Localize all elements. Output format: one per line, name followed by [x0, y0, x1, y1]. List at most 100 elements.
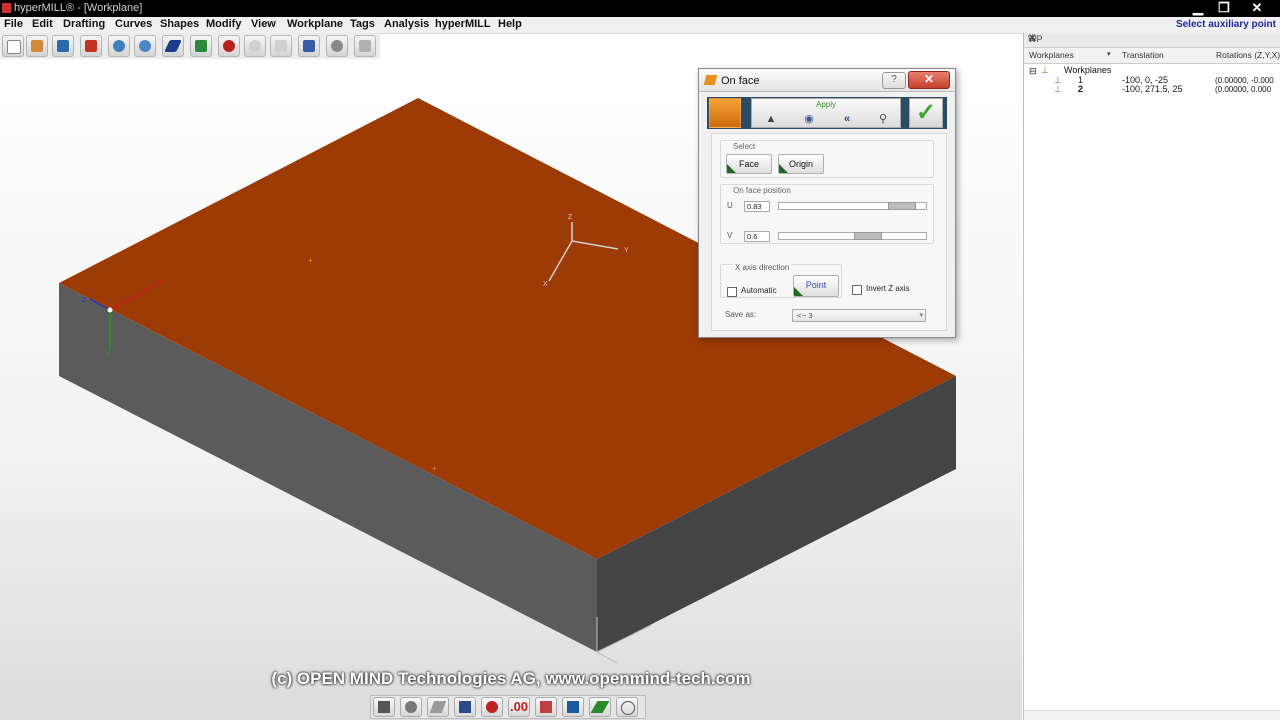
open-file-icon[interactable] — [26, 35, 48, 57]
pen-icon[interactable] — [162, 35, 184, 57]
bottom-toolbar: .00 — [370, 695, 646, 719]
paint-icon[interactable] — [562, 697, 584, 717]
redo-all-icon[interactable] — [270, 35, 292, 57]
on-face-dialog: On face ? ✕ Apply ▲ ◉ « ⚲ ✓ Select Face … — [698, 68, 956, 338]
preview-y-label: Y — [624, 247, 629, 254]
workplane-panel: WP ⊥ ✕ Workplanes ▾ Translation Rotation… — [1023, 33, 1280, 720]
model-icon[interactable] — [298, 35, 320, 57]
automatic-checkbox[interactable] — [727, 287, 737, 297]
status-prompt: Select auxiliary point — [1175, 19, 1276, 30]
select-group: Select Face Origin — [720, 140, 934, 178]
sketch-icon[interactable] — [427, 697, 449, 717]
menu-edit[interactable]: Edit — [32, 18, 53, 30]
window-title: hyperMILL® - [Workplane] — [14, 2, 143, 14]
face-button[interactable]: Face — [726, 154, 772, 174]
dropdown-arrow-icon[interactable]: ▾ — [919, 310, 923, 321]
point-marker: + — [432, 464, 437, 473]
help-button[interactable]: ? — [882, 72, 906, 89]
save-as-value: <-- 3 — [797, 311, 813, 320]
face-button-label: Face — [738, 159, 759, 169]
new-file-icon[interactable] — [2, 35, 24, 57]
menu-hypermill[interactable]: hyperMILL — [435, 18, 491, 30]
dialog-action-strip: Apply ▲ ◉ « ⚲ ✓ — [707, 97, 947, 129]
workplane-icon: ⊥ — [1054, 84, 1062, 94]
workplane-row-2-rotations: (0.00000, 0.000 — [1215, 85, 1272, 94]
v-slider[interactable] — [778, 232, 927, 240]
menu-tags[interactable]: Tags — [350, 18, 375, 30]
mesh-icon[interactable] — [616, 697, 638, 717]
globe-icon[interactable]: ◉ — [802, 113, 816, 126]
menu-help[interactable]: Help — [498, 18, 522, 30]
preview-x-label: X — [543, 281, 548, 288]
brush-icon[interactable] — [454, 697, 476, 717]
workplane-row-2-name[interactable]: 2 — [1078, 84, 1083, 94]
column-translation[interactable]: Translation — [1122, 50, 1164, 60]
origin-button-label: Origin — [788, 159, 813, 169]
redo-icon[interactable] — [244, 35, 266, 57]
u-slider-thumb[interactable] — [888, 202, 916, 210]
x-axis-direction-group: X axis direction Automatic Point — [720, 263, 842, 298]
column-sort-icon[interactable]: ▾ — [1107, 50, 1111, 58]
position-group-label: On face position — [733, 186, 791, 195]
apply-button[interactable]: Apply ▲ ◉ « ⚲ — [751, 98, 901, 128]
pyramid-icon[interactable]: ▲ — [764, 113, 778, 126]
dialog-close-button[interactable]: ✕ — [908, 71, 950, 89]
point-icon[interactable] — [481, 697, 503, 717]
minimize-button[interactable]: ▁ — [1185, 0, 1211, 17]
shade-icon[interactable] — [373, 697, 395, 717]
numbering-icon[interactable]: .00 — [508, 697, 530, 717]
preview-z-label: Z — [568, 214, 573, 221]
title-bar: hyperMILL® - [Workplane] ▁ ❐ ✕ — [0, 0, 1280, 17]
z-axis-label: Z — [82, 297, 87, 304]
dialog-body: Select Face Origin On face position U 0.… — [711, 133, 947, 331]
tool-icon[interactable] — [326, 35, 348, 57]
menu-file[interactable]: File — [4, 18, 23, 30]
v-slider-thumb[interactable] — [854, 232, 883, 240]
chevrons-left-icon[interactable]: « — [840, 113, 854, 126]
magnifier-icon[interactable]: ⚲ — [876, 113, 890, 126]
y-axis-label: Y — [106, 351, 111, 358]
info-icon[interactable] — [190, 35, 212, 57]
column-rotations[interactable]: Rotations (Z,Y,X) — [1216, 50, 1280, 60]
pencil-icon[interactable] — [589, 697, 611, 717]
save-icon[interactable] — [52, 35, 74, 57]
ok-button[interactable]: ✓ — [909, 98, 943, 128]
v-value-field[interactable]: 0.6 — [744, 231, 770, 242]
gear-icon[interactable] — [108, 35, 130, 57]
menu-analysis[interactable]: Analysis — [384, 18, 429, 30]
close-button[interactable]: ✕ — [1244, 0, 1270, 17]
menu-drafting[interactable]: Drafting — [63, 18, 105, 30]
menu-bar: File Edit Drafting Curves Shapes Modify … — [0, 17, 1280, 34]
dialog-title: On face — [721, 75, 760, 87]
numbered-gear-icon[interactable] — [134, 35, 156, 57]
menu-curves[interactable]: Curves — [115, 18, 152, 30]
v-label: V — [727, 231, 733, 240]
workplane-row-2-translation: -100, 271.5, 25 — [1122, 84, 1183, 94]
tree-root[interactable]: Workplanes — [1064, 65, 1111, 75]
invert-z-checkbox[interactable] — [852, 285, 862, 295]
on-face-icon[interactable] — [709, 98, 741, 128]
position-group: On face position U 0.83 V 0.6 — [720, 184, 934, 244]
u-slider[interactable] — [778, 202, 927, 210]
open-folder-icon[interactable] — [80, 35, 102, 57]
view-sphere-icon[interactable] — [400, 697, 422, 717]
save-as-combobox[interactable]: <-- 3 ▾ — [792, 309, 926, 322]
column-workplanes[interactable]: Workplanes — [1029, 50, 1074, 60]
menu-view[interactable]: View — [251, 18, 276, 30]
panel-horizontal-scrollbar[interactable] — [1024, 710, 1280, 720]
invert-z-label: Invert Z axis — [866, 284, 910, 293]
undo-icon[interactable] — [218, 35, 240, 57]
select-group-label: Select — [733, 142, 756, 151]
attribute-icon[interactable] — [535, 697, 557, 717]
menu-modify[interactable]: Modify — [206, 18, 241, 30]
menu-shapes[interactable]: Shapes — [160, 18, 199, 30]
u-value-field[interactable]: 0.83 — [744, 201, 770, 212]
workplane-row-1-rotations: (0.00000, -0.000 — [1215, 76, 1274, 85]
origin-button[interactable]: Origin — [778, 154, 824, 174]
point-button[interactable]: Point — [793, 275, 839, 297]
tree-expander-icon[interactable]: ⊟ — [1029, 66, 1037, 77]
warning-icon[interactable] — [354, 35, 376, 57]
menu-workplane[interactable]: Workplane — [287, 18, 343, 30]
panel-close-icon[interactable]: ✕ — [1028, 33, 1278, 44]
restore-button[interactable]: ❐ — [1211, 0, 1237, 17]
